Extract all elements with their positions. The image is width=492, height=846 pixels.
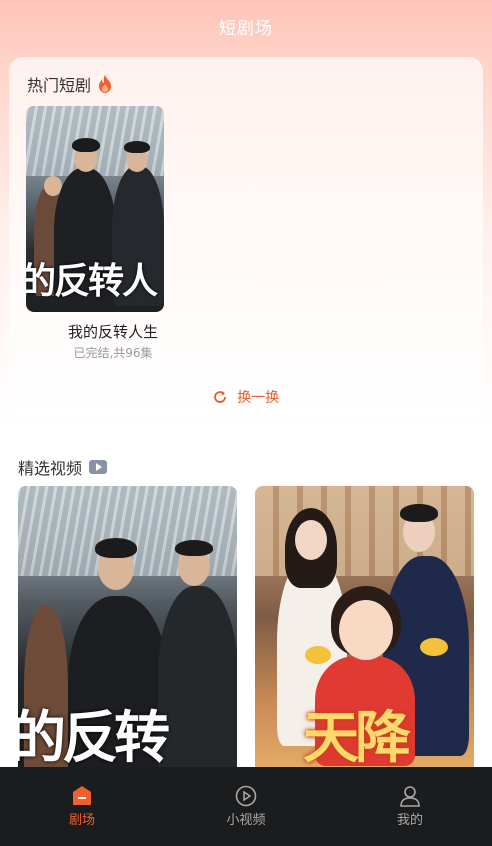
- selected-section-title: 精选视频: [18, 455, 108, 479]
- refresh-button[interactable]: 换一换: [9, 387, 483, 407]
- bottom-nav: 剧场 小视频 我的: [0, 767, 492, 846]
- hot-title-label: 热门短剧: [27, 76, 92, 95]
- gold-coin: [305, 646, 331, 664]
- poster-title-art: 的反转人: [26, 260, 158, 302]
- gold-coin: [420, 638, 448, 656]
- poster-hair: [175, 540, 213, 556]
- nav-item-short-video[interactable]: 小视频: [196, 785, 296, 828]
- hot-drama-card: 热门短剧 的反转人 我的反转人生 已完结,共96集 换一换: [9, 57, 483, 419]
- video-card[interactable]: 的反转: [18, 486, 237, 776]
- poster-face: [339, 600, 393, 660]
- refresh-label: 换一换: [237, 390, 280, 406]
- page-title: 短剧场: [219, 19, 273, 39]
- user-icon: [400, 786, 420, 807]
- poster-hair: [95, 538, 137, 558]
- drama-poster[interactable]: 的反转人: [26, 106, 164, 312]
- poster-hair: [72, 138, 100, 152]
- poster-hair: [124, 141, 150, 153]
- drama-name[interactable]: 我的反转人生: [26, 321, 200, 342]
- hot-section-title: 热门短剧: [27, 72, 113, 96]
- selected-title-label: 精选视频: [18, 459, 83, 478]
- poster-figure: [158, 586, 237, 776]
- nav-item-mine[interactable]: 我的: [360, 785, 460, 828]
- video-icon: [89, 460, 108, 474]
- theater-icon: [73, 786, 91, 805]
- nav-label: 我的: [396, 813, 423, 828]
- video-card[interactable]: 天降: [255, 486, 474, 776]
- fire-icon: [99, 75, 112, 93]
- card-title-art: 天降: [303, 705, 411, 771]
- nav-item-theater[interactable]: 剧场: [32, 785, 132, 828]
- card-title-art: 的反转: [18, 705, 170, 771]
- nav-label: 小视频: [226, 813, 266, 828]
- refresh-icon: [213, 391, 226, 403]
- poster-hair: [400, 504, 438, 522]
- nav-label: 剧场: [68, 813, 95, 828]
- play-circle-icon: [235, 785, 257, 807]
- drama-status: 已完结,共96集: [73, 346, 153, 360]
- poster-face: [295, 520, 327, 560]
